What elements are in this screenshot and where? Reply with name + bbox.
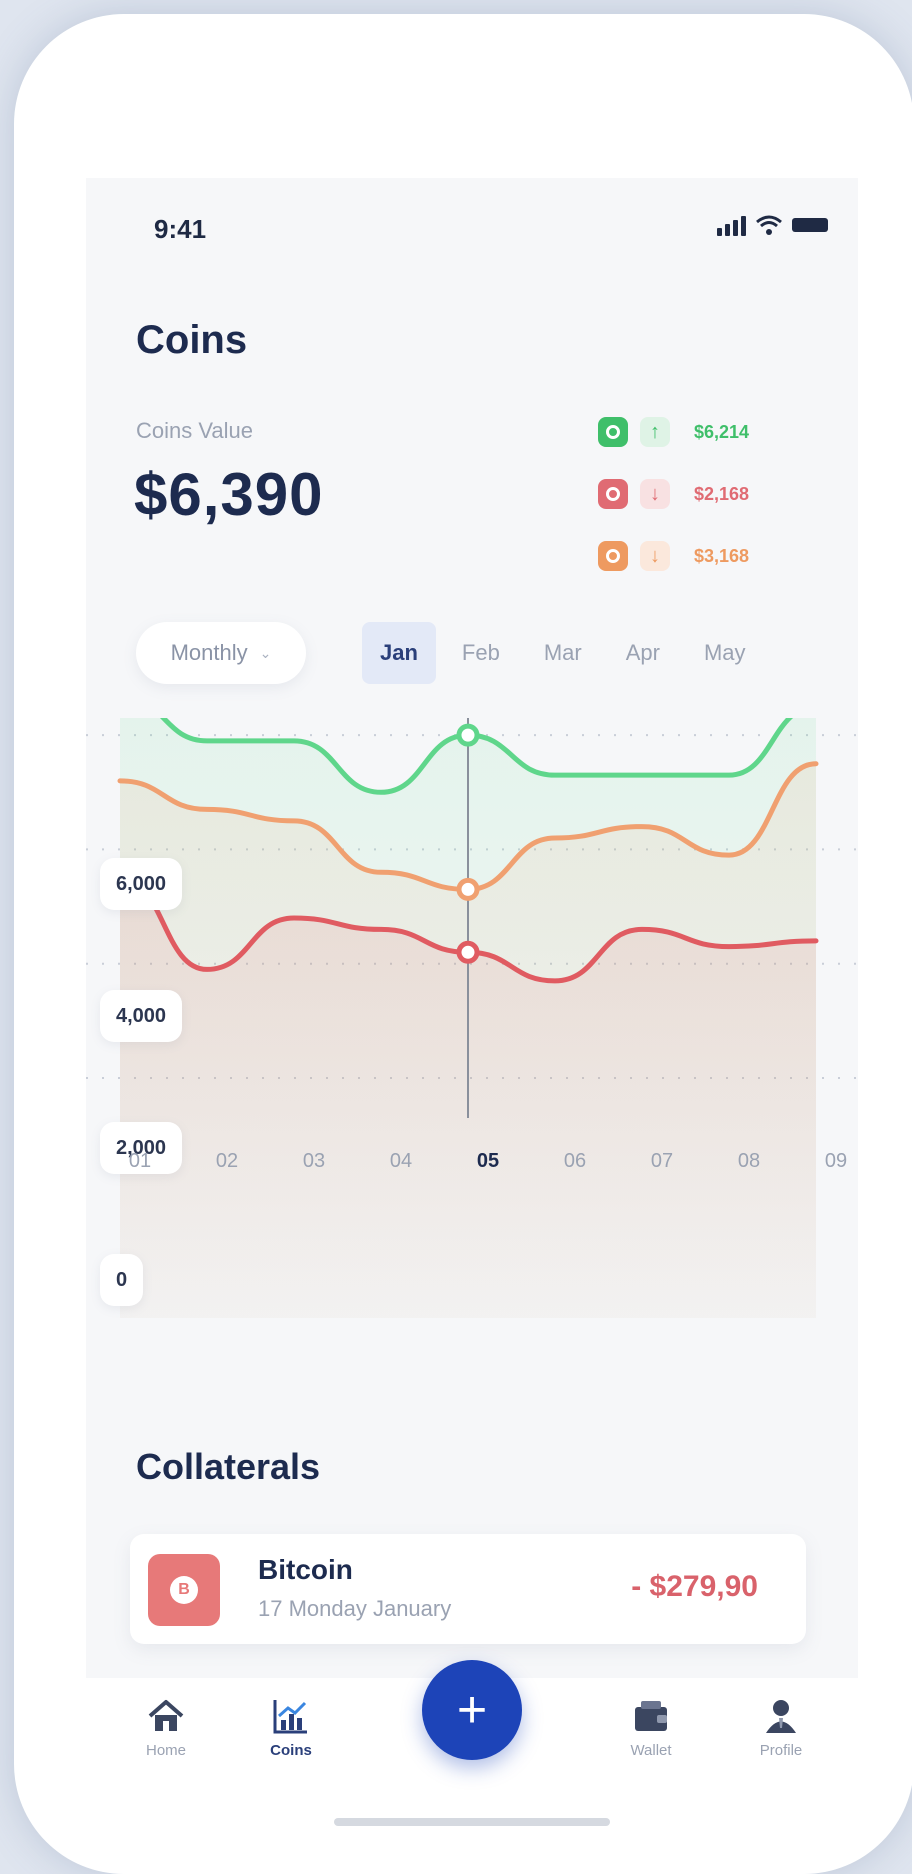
legend-row-green: ↑ $6,214 xyxy=(598,414,818,450)
collateral-name: Bitcoin xyxy=(258,1554,353,1585)
coin-icon xyxy=(598,541,628,571)
tab-month-apr[interactable]: Apr xyxy=(608,622,678,684)
tab-month-feb[interactable]: Feb xyxy=(444,622,518,684)
coin-icon xyxy=(598,417,628,447)
chevron-down-icon: ⌄ xyxy=(259,644,272,661)
wifi-icon xyxy=(756,215,782,235)
signal-icon xyxy=(717,216,746,236)
tab-month-mar[interactable]: Mar xyxy=(526,622,600,684)
x-tick-label: 04 xyxy=(389,1150,413,1172)
home-indicator xyxy=(334,1818,610,1826)
arrow-down-icon: ↓ xyxy=(640,541,670,571)
status-time: 9:41 xyxy=(154,214,207,244)
coin-legend: ↑ $6,214 ↓ $2,168 ↓ $3,168 xyxy=(598,414,818,600)
tab-coins[interactable]: Coins xyxy=(246,1696,336,1759)
coins-value-amount: $6,390 xyxy=(134,461,324,528)
highlight-point[interactable] xyxy=(456,877,480,901)
collateral-amount: - $279,90 xyxy=(631,1570,758,1603)
legend-value: $6,214 xyxy=(694,421,750,442)
period-select-value: Monthly xyxy=(170,640,248,665)
x-tick-label: 03 xyxy=(302,1150,326,1172)
y-tick-label: 0 xyxy=(100,1254,144,1306)
x-tick-label: 07 xyxy=(650,1150,674,1172)
chart-icon xyxy=(273,1700,307,1734)
collateral-date: 17 Monday January xyxy=(258,1596,452,1621)
tab-home-label: Home xyxy=(145,1742,186,1759)
x-tick-label: 06 xyxy=(563,1150,587,1172)
battery-icon xyxy=(792,218,828,232)
tab-wallet[interactable]: Wallet xyxy=(606,1696,696,1759)
tab-coins-label: Coins xyxy=(270,1742,312,1759)
legend-value: $3,168 xyxy=(694,545,750,566)
app-screen: 9:41 Coins Coins Value $6,390 ↑ $6,214 ↓… xyxy=(86,178,858,1678)
coin-icon xyxy=(598,479,628,509)
tab-home[interactable]: Home xyxy=(121,1696,211,1759)
month-tabs: Jan Feb Mar Apr May xyxy=(362,622,764,684)
y-tick-label: 4,000 xyxy=(100,990,183,1042)
legend-row-red: ↓ $2,168 xyxy=(598,476,818,512)
coins-line-chart[interactable] xyxy=(86,718,858,1318)
x-axis-labels: 01 02 03 04 05 06 07 08 09 xyxy=(86,1150,858,1186)
period-select[interactable]: Monthly ⌄ xyxy=(136,622,306,684)
x-tick-label: 02 xyxy=(215,1150,239,1172)
x-tick-label: 05 xyxy=(476,1150,500,1172)
tab-profile[interactable]: Profile xyxy=(736,1696,826,1759)
tab-wallet-label: Wallet xyxy=(630,1742,672,1759)
legend-value: $2,168 xyxy=(694,483,750,504)
legend-row-orange: ↓ $3,168 xyxy=(598,538,818,574)
x-tick-label: 01 xyxy=(128,1150,152,1172)
arrow-up-icon: ↑ xyxy=(640,417,670,447)
x-tick-label: 09 xyxy=(824,1150,848,1172)
bottom-tab-bar: Home Coins + Wallet Profile xyxy=(86,1660,858,1828)
status-icons xyxy=(717,214,828,236)
tab-month-may[interactable]: May xyxy=(686,622,764,684)
coins-value-label: Coins Value xyxy=(136,418,253,443)
page-title: Coins xyxy=(136,318,248,362)
wallet-icon xyxy=(635,1701,667,1731)
arrow-down-icon: ↓ xyxy=(640,479,670,509)
tab-profile-label: Profile xyxy=(759,1742,803,1759)
collateral-card[interactable]: B Bitcoin 17 Monday January - $279,90 xyxy=(130,1534,806,1644)
x-tick-label: 08 xyxy=(737,1150,761,1172)
highlight-point[interactable] xyxy=(456,940,480,964)
tab-month-jan[interactable]: Jan xyxy=(362,622,436,684)
y-tick-label: 6,000 xyxy=(100,858,183,910)
collaterals-title: Collaterals xyxy=(136,1446,321,1487)
bitcoin-icon: B xyxy=(148,1554,220,1626)
highlight-point[interactable] xyxy=(456,723,480,747)
add-button[interactable]: + xyxy=(422,1660,522,1760)
profile-icon xyxy=(766,1700,796,1733)
status-bar: 9:41 xyxy=(86,178,858,278)
home-icon xyxy=(148,1700,184,1731)
